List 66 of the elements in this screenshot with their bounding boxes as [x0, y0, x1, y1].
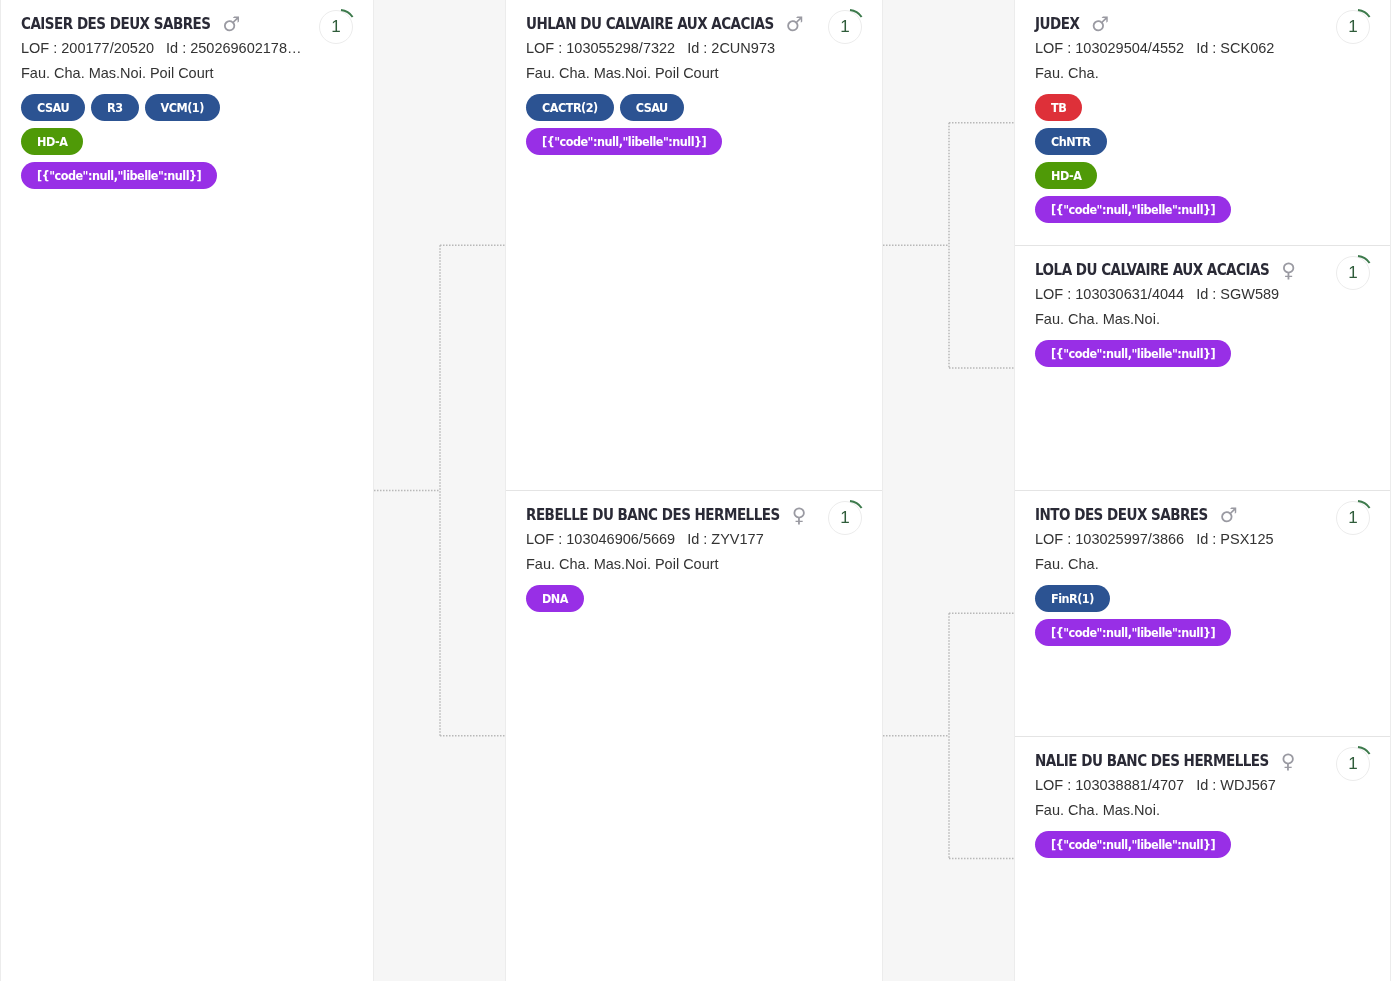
tag: [{"code":null,"libelle":null}]	[1035, 619, 1232, 646]
dog-id: Id : SGW589	[1196, 285, 1280, 304]
arc-mark	[849, 500, 863, 510]
coat-description: Fau. Cha. Mas.Noi. Poil Court	[21, 65, 214, 83]
tag: ChNTR	[1035, 128, 1107, 155]
tag: CSAU	[21, 94, 86, 121]
coat-description: Fau. Cha.	[1035, 65, 1099, 83]
lof-number: LOF : 200177/20520	[21, 40, 155, 58]
dog-id: Id : ZYV177	[687, 531, 764, 549]
sex-symbol: ♀	[1281, 258, 1296, 281]
tag: [{"code":null,"libelle":null}]	[1035, 830, 1232, 858]
lof-number: LOF : 103025997/3866	[1035, 531, 1185, 549]
arc-mark	[1357, 254, 1371, 265]
tag: R3	[91, 94, 139, 121]
count-label: 1	[1348, 754, 1358, 773]
dog-name[interactable]: JUDEX	[1035, 15, 1080, 33]
count-label: 1	[1348, 263, 1358, 282]
arc-mark	[340, 9, 354, 19]
coat-description: Fau. Cha. Mas.Noi.	[1035, 310, 1160, 329]
tag: [{"code":null,"libelle":null}]	[1035, 196, 1232, 223]
dog-name[interactable]: NALIE DU BANC DES HERMELLES	[1035, 751, 1269, 770]
tag: [{"code":null,"libelle":null}]	[1035, 339, 1232, 367]
count-label: 1	[331, 18, 341, 36]
arc-mark	[1357, 500, 1371, 510]
tag: [{"code":null,"libelle":null}]	[526, 128, 723, 155]
dog-name[interactable]: UHLAN DU CALVAIRE AUX ACACIAS	[526, 15, 774, 33]
tag: CSAU	[619, 94, 684, 121]
tag: TB	[1035, 94, 1083, 121]
sex-symbol: ♂	[222, 13, 241, 35]
lof-number: LOF : 103029504/4552	[1035, 40, 1185, 58]
arc-mark	[1357, 9, 1371, 19]
tag: VCM(1)	[144, 94, 220, 121]
sex-symbol: ♀	[1280, 749, 1296, 772]
lof-number: LOF : 103055298/7322	[526, 40, 676, 58]
tag: HD-A	[1035, 162, 1098, 189]
sex-symbol: ♂	[785, 13, 804, 35]
dog-id: Id : 2CUN973	[687, 40, 775, 58]
count-label: 1	[840, 509, 850, 527]
count-label: 1	[1348, 509, 1358, 527]
sex-symbol: ♂	[1091, 13, 1110, 35]
dog-id: Id : 250269602178…	[166, 40, 302, 58]
dog-id: Id : WDJ567	[1196, 776, 1276, 795]
arc-mark	[1357, 745, 1371, 756]
tag: HD-A	[21, 128, 84, 155]
lof-number: LOF : 103038881/4707	[1035, 776, 1185, 795]
coat-description: Fau. Cha. Mas.Noi. Poil Court	[526, 65, 719, 83]
tag: CACTR(2)	[526, 94, 614, 121]
coat-description: Fau. Cha. Mas.Noi. Poil Court	[526, 556, 719, 574]
tag: [{"code":null,"libelle":null}]	[21, 162, 218, 189]
dog-name[interactable]: CAISER DES DEUX SABRES	[21, 15, 211, 33]
coat-description: Fau. Cha. Mas.Noi.	[1035, 801, 1160, 820]
arc-mark	[849, 9, 863, 19]
dog-name[interactable]: LOLA DU CALVAIRE AUX ACACIAS	[1035, 260, 1270, 279]
lof-number: LOF : 103046906/5669	[526, 531, 676, 549]
tag: FinR(1)	[1035, 585, 1110, 612]
tag: DNA	[526, 585, 584, 612]
coat-description: Fau. Cha.	[1035, 556, 1099, 574]
lof-number: LOF : 103030631/4044	[1035, 285, 1185, 304]
count-label: 1	[1348, 18, 1358, 36]
sex-symbol: ♀	[791, 504, 807, 526]
dog-name[interactable]: INTO DES DEUX SABRES	[1035, 506, 1208, 524]
sex-symbol: ♂	[1219, 504, 1238, 526]
dog-id: Id : PSX125	[1196, 531, 1274, 549]
count-label: 1	[840, 18, 850, 36]
dog-id: Id : SCK062	[1196, 40, 1275, 58]
dog-name[interactable]: REBELLE DU BANC DES HERMELLES	[526, 506, 780, 524]
